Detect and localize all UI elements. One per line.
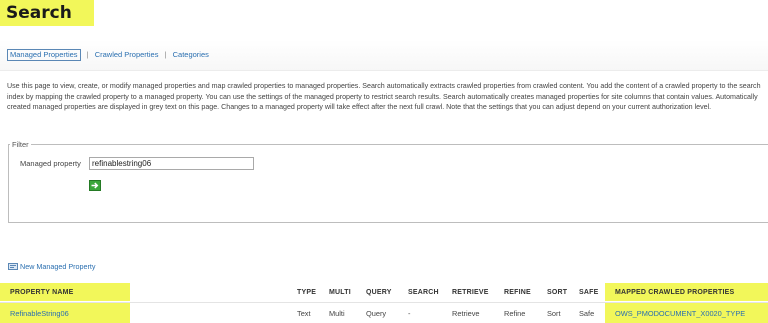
managed-property-input[interactable] bbox=[89, 157, 254, 170]
filter-legend: Filter bbox=[10, 140, 31, 149]
row-multi: Multi bbox=[329, 308, 345, 318]
row-retrieve: Retrieve bbox=[452, 308, 480, 318]
header-multi[interactable]: MULTI bbox=[329, 283, 351, 301]
header-query[interactable]: QUERY bbox=[366, 283, 392, 301]
row-safe: Safe bbox=[579, 308, 595, 318]
row-type: Text bbox=[297, 308, 311, 318]
header-search[interactable]: SEARCH bbox=[408, 283, 439, 301]
table-header-row: PROPERTY NAME TYPE MULTI QUERY SEARCH RE… bbox=[0, 283, 768, 301]
nav-separator: | bbox=[164, 50, 167, 59]
header-property-name[interactable]: PROPERTY NAME bbox=[0, 283, 130, 301]
arrow-right-icon bbox=[91, 182, 99, 189]
row-sort: Sort bbox=[547, 308, 561, 318]
row-mapped-cell: OWS_PMODOCUMENT_X0020_TYPE bbox=[605, 303, 768, 323]
row-refine: Refine bbox=[504, 308, 526, 318]
property-name-link[interactable]: RefinableString06 bbox=[10, 309, 69, 318]
tab-managed-properties[interactable]: Managed Properties bbox=[7, 49, 81, 61]
row-search: - bbox=[408, 308, 411, 318]
new-managed-property-link[interactable]: New Managed Property bbox=[8, 262, 96, 271]
filter-fieldset bbox=[8, 144, 768, 223]
row-name-cell: RefinableString06 bbox=[0, 303, 130, 323]
nav-separator: | bbox=[86, 50, 89, 59]
row-query: Query bbox=[366, 308, 387, 318]
table-row: RefinableString06 Text Multi Query - Ret… bbox=[0, 302, 768, 323]
new-item-icon bbox=[8, 263, 18, 270]
header-refine[interactable]: REFINE bbox=[504, 283, 531, 301]
mapped-crawled-property-link[interactable]: OWS_PMODOCUMENT_X0020_TYPE bbox=[615, 309, 745, 318]
header-type[interactable]: TYPE bbox=[297, 283, 316, 301]
page-description: Use this page to view, create, or modify… bbox=[7, 82, 761, 111]
new-managed-property-label: New Managed Property bbox=[20, 262, 96, 271]
header-mapped-crawled-properties[interactable]: MAPPED CRAWLED PROPERTIES bbox=[605, 283, 768, 301]
sub-navigation: Managed Properties | Crawled Properties … bbox=[0, 40, 768, 71]
header-retrieve[interactable]: RETRIEVE bbox=[452, 283, 489, 301]
tab-crawled-properties[interactable]: Crawled Properties bbox=[95, 50, 159, 59]
managed-property-label: Managed property bbox=[20, 159, 81, 168]
header-sort[interactable]: SORT bbox=[547, 283, 567, 301]
tab-categories[interactable]: Categories bbox=[173, 50, 209, 59]
header-safe[interactable]: SAFE bbox=[579, 283, 598, 301]
filter-go-button[interactable] bbox=[89, 180, 101, 191]
page-title: Search bbox=[0, 0, 94, 26]
